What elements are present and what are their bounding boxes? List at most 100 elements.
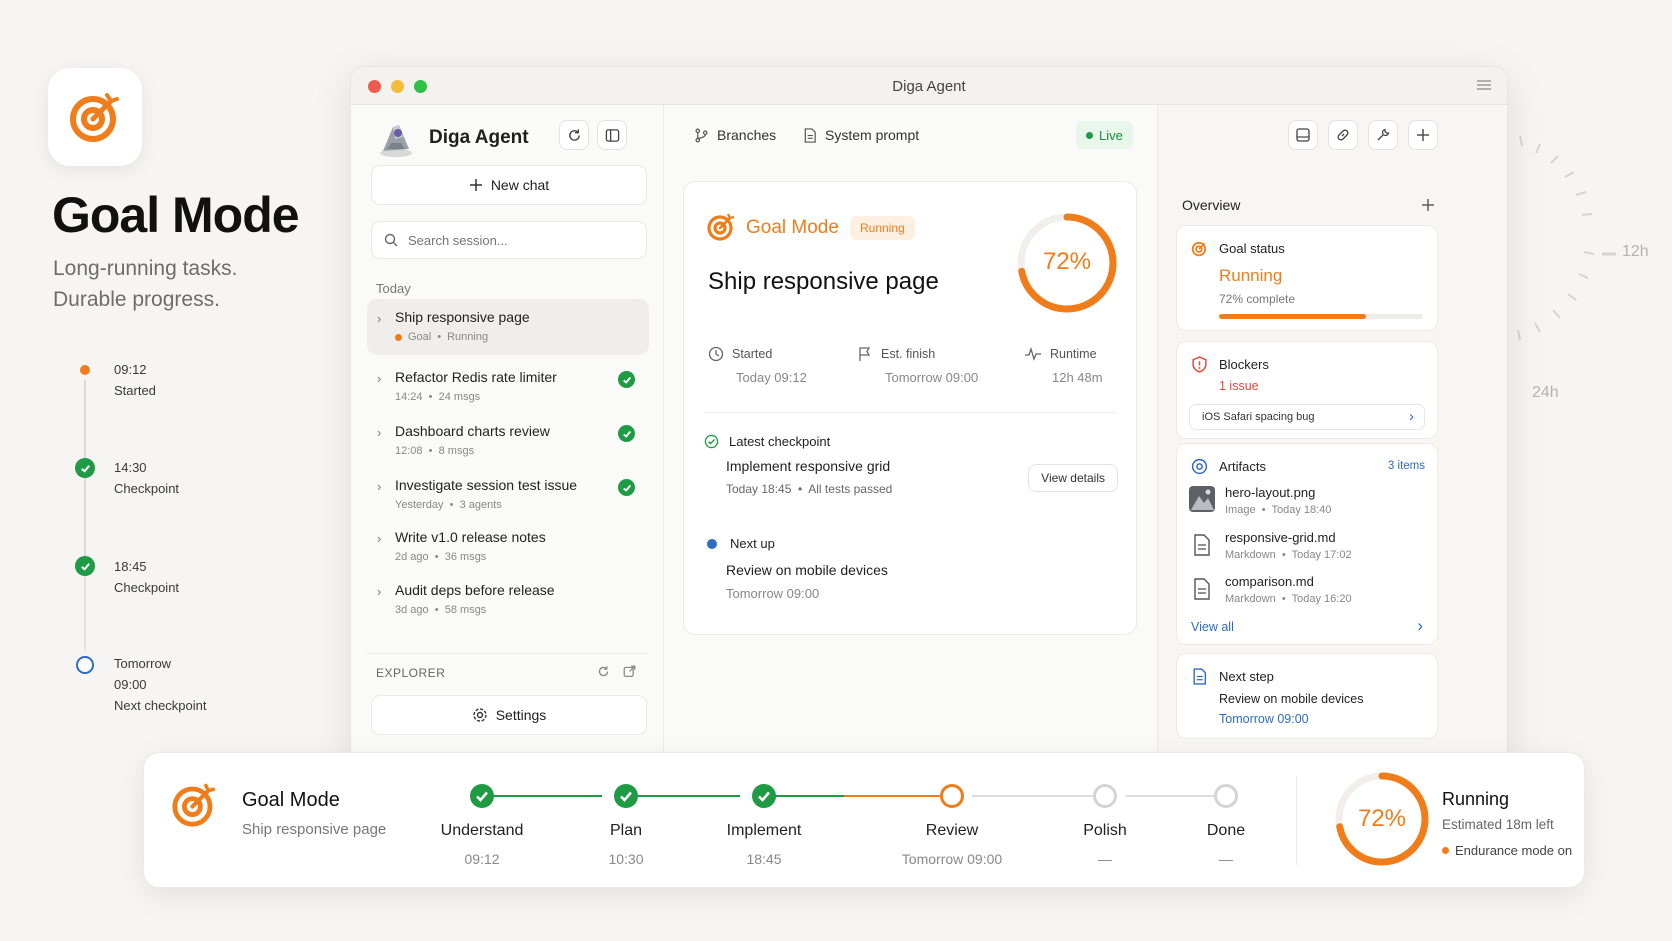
next-step-task: Review on mobile devices	[1219, 692, 1364, 706]
task-title: Ship responsive page	[708, 268, 939, 295]
progress-track	[1219, 314, 1423, 319]
step-name: Review	[925, 822, 979, 839]
session-item[interactable]: › Dashboard charts review 12:08 • 8 msgs	[367, 413, 649, 469]
bottom-title: Goal Mode	[242, 789, 340, 811]
dial-label: 24h	[1532, 384, 1559, 401]
session-item[interactable]: › Audit deps before release 3d ago • 58 …	[367, 572, 649, 628]
blockers-count: 1 issue	[1219, 379, 1259, 393]
check-icon	[614, 784, 638, 808]
panel-layout-button[interactable]	[1288, 120, 1318, 150]
live-dot-icon	[1086, 131, 1093, 139]
session-item[interactable]: › Investigate session test issue Yesterd…	[367, 467, 649, 523]
next-step-card: Next step Review on mobile devices Tomor…	[1176, 653, 1438, 739]
step-time: 18:45	[746, 851, 782, 867]
session-tag: Goal	[408, 331, 432, 343]
issue-row[interactable]: iOS Safari spacing bug ›	[1189, 404, 1425, 430]
search-input[interactable]	[408, 232, 628, 248]
step-name: Implement	[726, 822, 802, 839]
timeline-item: 18:45 Checkpoint	[114, 559, 180, 595]
session-meta: 12:08 • 8 msgs	[395, 445, 475, 457]
new-chat-button[interactable]: New chat	[371, 165, 647, 205]
new-chat-label: New chat	[490, 177, 550, 193]
next-dot-icon	[707, 538, 717, 549]
sidebar-icon	[605, 128, 619, 142]
settings-label: Settings	[495, 707, 547, 723]
goal-mode-label: Goal Mode	[746, 217, 839, 238]
session-title: Investigate session test issue	[395, 477, 578, 493]
stat-est-finish: Est. finish Tomorrow 09:00	[857, 346, 978, 385]
view-all-link[interactable]: View all	[1191, 620, 1234, 634]
progress-ring: 72%	[1014, 210, 1120, 316]
flag-icon	[859, 347, 871, 361]
session-status: Running	[447, 331, 489, 343]
link-button[interactable]	[1328, 120, 1358, 150]
check-icon	[75, 556, 95, 576]
divider	[367, 653, 647, 654]
toggle-sidebar-button[interactable]	[597, 120, 627, 150]
timeline-item: 14:30 Checkpoint	[114, 460, 180, 496]
shield-icon	[1192, 356, 1207, 373]
stat-started: Started Today 09:12	[708, 346, 807, 385]
artifact-meta: Markdown • Today 17:02	[1225, 549, 1352, 561]
session-title: Audit deps before release	[395, 582, 555, 598]
main-pane: Branches System prompt Live Goal Mode Ru…	[664, 105, 1157, 765]
bottom-estimate: Estimated 18m left	[1442, 817, 1554, 832]
target-icon	[172, 783, 216, 827]
plus-icon[interactable]	[1422, 199, 1434, 211]
settings-button[interactable]: Settings	[371, 695, 647, 735]
artifact-name[interactable]: responsive-grid.md	[1225, 530, 1336, 545]
checkpoint-title: Implement responsive grid	[726, 458, 891, 474]
checkpoint-label: Latest checkpoint	[704, 434, 830, 449]
pending-dot-icon	[76, 656, 94, 674]
timeline-item: 09:12 Started	[114, 362, 156, 398]
system-prompt-link[interactable]: System prompt	[803, 127, 919, 143]
artifacts-title: Artifacts	[1219, 459, 1266, 474]
session-meta: Yesterday • 3 agents	[395, 499, 502, 511]
tools-button[interactable]	[1368, 120, 1398, 150]
app-icon	[48, 68, 142, 166]
window-title: Diga Agent	[892, 78, 966, 95]
menu-icon[interactable]	[1477, 79, 1491, 91]
refresh-button[interactable]	[559, 120, 589, 150]
add-button[interactable]	[1408, 120, 1438, 150]
progress-fill	[1219, 314, 1366, 319]
brand-name: Diga Agent	[429, 127, 529, 148]
document-icon	[1194, 534, 1210, 556]
session-meta: 3d ago • 58 msgs	[395, 604, 487, 616]
artifacts-count: 3 items	[1387, 460, 1425, 472]
artifact-icon	[1191, 458, 1208, 475]
timeline-connector	[84, 478, 86, 562]
artifact-name[interactable]: hero-layout.png	[1225, 485, 1315, 500]
next-up-label: Next up	[704, 536, 775, 551]
explorer-label: EXPLORER	[376, 666, 446, 680]
agent-avatar-icon	[380, 125, 412, 157]
view-details-button[interactable]: View details	[1028, 464, 1118, 492]
dial-label: 12h	[1622, 243, 1649, 260]
chevron-right-icon: ›	[377, 371, 382, 386]
chevron-right-icon[interactable]: ›	[1417, 616, 1423, 636]
step-connector	[764, 795, 844, 797]
session-item[interactable]: › Write v1.0 release notes 2d ago • 36 m…	[367, 519, 649, 575]
chevron-right-icon: ›	[1409, 408, 1414, 425]
refresh-icon	[568, 128, 580, 141]
step-name: Understand	[440, 822, 524, 839]
hero-subtitle: Long-running tasks.	[53, 257, 238, 280]
refresh-icon[interactable]	[597, 665, 610, 678]
branches-link[interactable]: Branches	[694, 127, 776, 143]
section-label: Today	[376, 281, 411, 296]
timeline-connector	[84, 576, 86, 651]
search-box[interactable]	[371, 221, 647, 259]
goal-card: Goal Mode Running Ship responsive page 7…	[683, 181, 1137, 635]
session-item[interactable]: › Refactor Redis rate limiter 14:24 • 24…	[367, 359, 649, 415]
artifact-meta: Image • Today 18:40	[1225, 504, 1332, 516]
session-item[interactable]: › Ship responsive page Goal • Running	[367, 299, 649, 355]
check-icon	[470, 784, 494, 808]
artifact-name[interactable]: comparison.md	[1225, 574, 1314, 589]
document-icon	[804, 127, 816, 143]
step-connector	[482, 795, 602, 797]
search-icon	[384, 233, 398, 247]
check-icon	[618, 479, 635, 496]
check-icon	[618, 371, 635, 388]
external-link-icon[interactable]	[623, 665, 636, 678]
link-icon	[1337, 129, 1349, 141]
